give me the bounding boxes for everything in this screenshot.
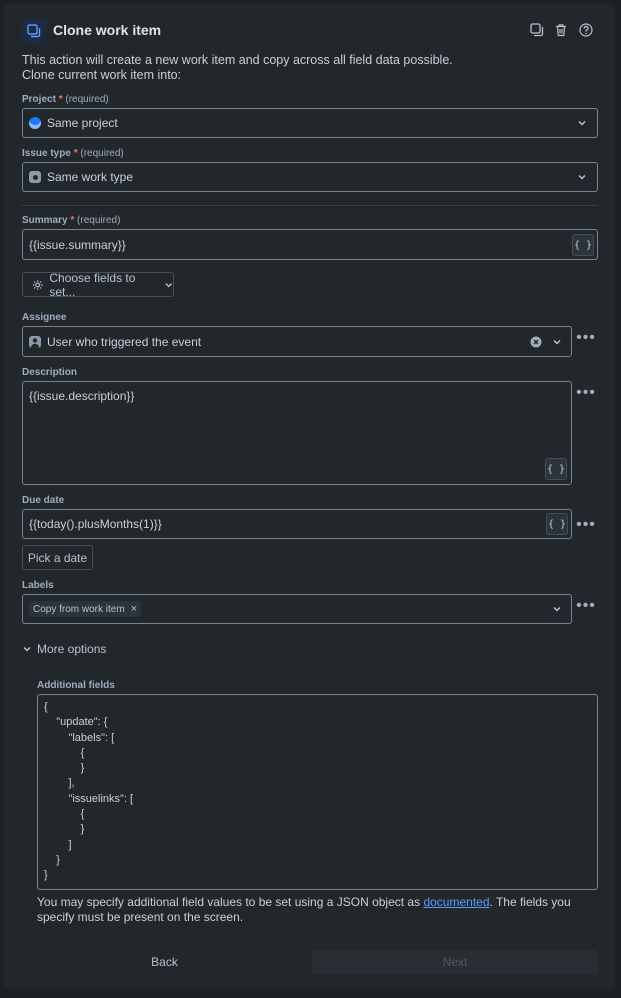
assignee-select-value: User who triggered the event	[47, 334, 202, 349]
label-tag-text: Copy from work item	[33, 603, 125, 615]
smart-value-braces-button[interactable]: { }	[546, 513, 568, 535]
more-actions-icon[interactable]: •••	[576, 516, 595, 533]
json-line: }	[44, 823, 85, 836]
chevron-down-icon	[578, 174, 586, 180]
required-text: (required)	[80, 148, 124, 159]
chevron-down-icon	[164, 282, 172, 287]
intro-line-1: This action will create a new work item …	[22, 53, 453, 67]
assignee-select[interactable]: User who triggered the event	[22, 326, 572, 357]
more-actions-icon[interactable]: •••	[576, 329, 595, 346]
required-star: *	[73, 148, 78, 159]
chevron-down-icon	[23, 646, 31, 652]
panel-title: Clone work item	[53, 22, 162, 38]
intro-text: This action will create a new work item …	[22, 53, 453, 83]
additional-fields-label: Additional fields	[37, 680, 115, 691]
labels-label: Labels	[22, 580, 54, 591]
due-date-label: Due date	[22, 495, 65, 506]
description-textarea-value: {{issue.description}}	[29, 389, 135, 403]
label-tag: Copy from work item ×	[29, 601, 142, 617]
issue-type-select-value: Same work type	[47, 170, 134, 184]
json-line: }	[44, 853, 60, 866]
more-options-label: More options	[37, 642, 107, 656]
assignee-label: Assignee	[22, 312, 67, 323]
issue-type-label-text: Issue type	[22, 148, 71, 159]
user-avatar-icon	[29, 335, 41, 348]
due-date-input-value: {{today().plusMonths(1)}}	[29, 517, 162, 531]
additional-fields-json-editor[interactable]: { "update": { "labels": [ { } ], "issuel…	[37, 694, 598, 890]
trash-icon[interactable]	[551, 20, 571, 40]
labels-select[interactable]: Copy from work item ×	[22, 594, 572, 624]
description-label: Description	[22, 367, 78, 378]
json-line: {	[44, 701, 48, 713]
summary-input-value: {{issue.summary}}	[29, 237, 126, 252]
project-select[interactable]: Same project	[22, 108, 598, 138]
project-select-value: Same project	[47, 116, 118, 130]
required-text: (required)	[77, 215, 121, 226]
due-date-input[interactable]: {{today().plusMonths(1)}}	[22, 509, 572, 539]
project-avatar-icon	[29, 117, 41, 129]
json-line: {	[44, 808, 85, 821]
project-label: Project * (required)	[22, 94, 109, 105]
json-line: "update": {	[44, 716, 108, 729]
json-line: "issuelinks": [	[44, 792, 134, 805]
more-options-toggle[interactable]: More options	[22, 642, 106, 656]
required-star: *	[58, 94, 63, 105]
more-actions-icon[interactable]: •••	[576, 384, 595, 401]
summary-label: Summary * (required)	[22, 215, 120, 226]
required-text: (required)	[65, 94, 109, 105]
json-line: "labels": [	[44, 731, 115, 744]
description-textarea[interactable]: {{issue.description}}	[22, 381, 572, 485]
issue-type-label: Issue type * (required)	[22, 148, 124, 159]
json-line: }	[44, 869, 48, 882]
more-actions-icon[interactable]: •••	[576, 597, 595, 614]
summary-label-text: Summary	[22, 215, 68, 226]
clone-action-icon	[22, 19, 46, 43]
documented-link[interactable]: documented	[423, 895, 489, 909]
help-text: You may specify additional field values …	[37, 895, 598, 925]
clear-icon[interactable]	[530, 336, 542, 348]
smart-value-braces-button[interactable]: { }	[545, 458, 567, 480]
back-button[interactable]: Back	[22, 950, 307, 974]
required-star: *	[70, 215, 75, 226]
help-icon[interactable]	[576, 20, 596, 40]
json-line: }	[44, 762, 85, 775]
copy-icon[interactable]	[527, 20, 547, 40]
divider	[22, 205, 598, 206]
summary-input[interactable]: {{issue.summary}}	[22, 229, 598, 260]
help-text-before: You may specify additional field values …	[37, 895, 424, 909]
chevron-down-icon	[553, 339, 561, 345]
work-type-icon	[29, 171, 41, 183]
next-button[interactable]: Next	[312, 950, 598, 974]
chevron-down-icon	[578, 120, 586, 126]
json-line: ],	[44, 777, 75, 790]
choose-fields-button[interactable]: Choose fields to set...	[22, 270, 174, 299]
smart-value-braces-button[interactable]: { }	[572, 234, 594, 256]
project-label-text: Project	[22, 94, 56, 105]
json-line: ]	[44, 838, 72, 851]
json-line: {	[44, 746, 85, 759]
choose-fields-label: Choose fields to set...	[49, 270, 136, 299]
intro-line-2: Clone current work item into:	[22, 68, 182, 82]
chevron-down-icon	[553, 606, 561, 612]
issue-type-select[interactable]: Same work type	[22, 162, 598, 192]
remove-tag-icon[interactable]: ×	[131, 603, 137, 615]
pick-a-date-button[interactable]: Pick a date	[22, 545, 93, 570]
gear-icon	[32, 279, 43, 290]
